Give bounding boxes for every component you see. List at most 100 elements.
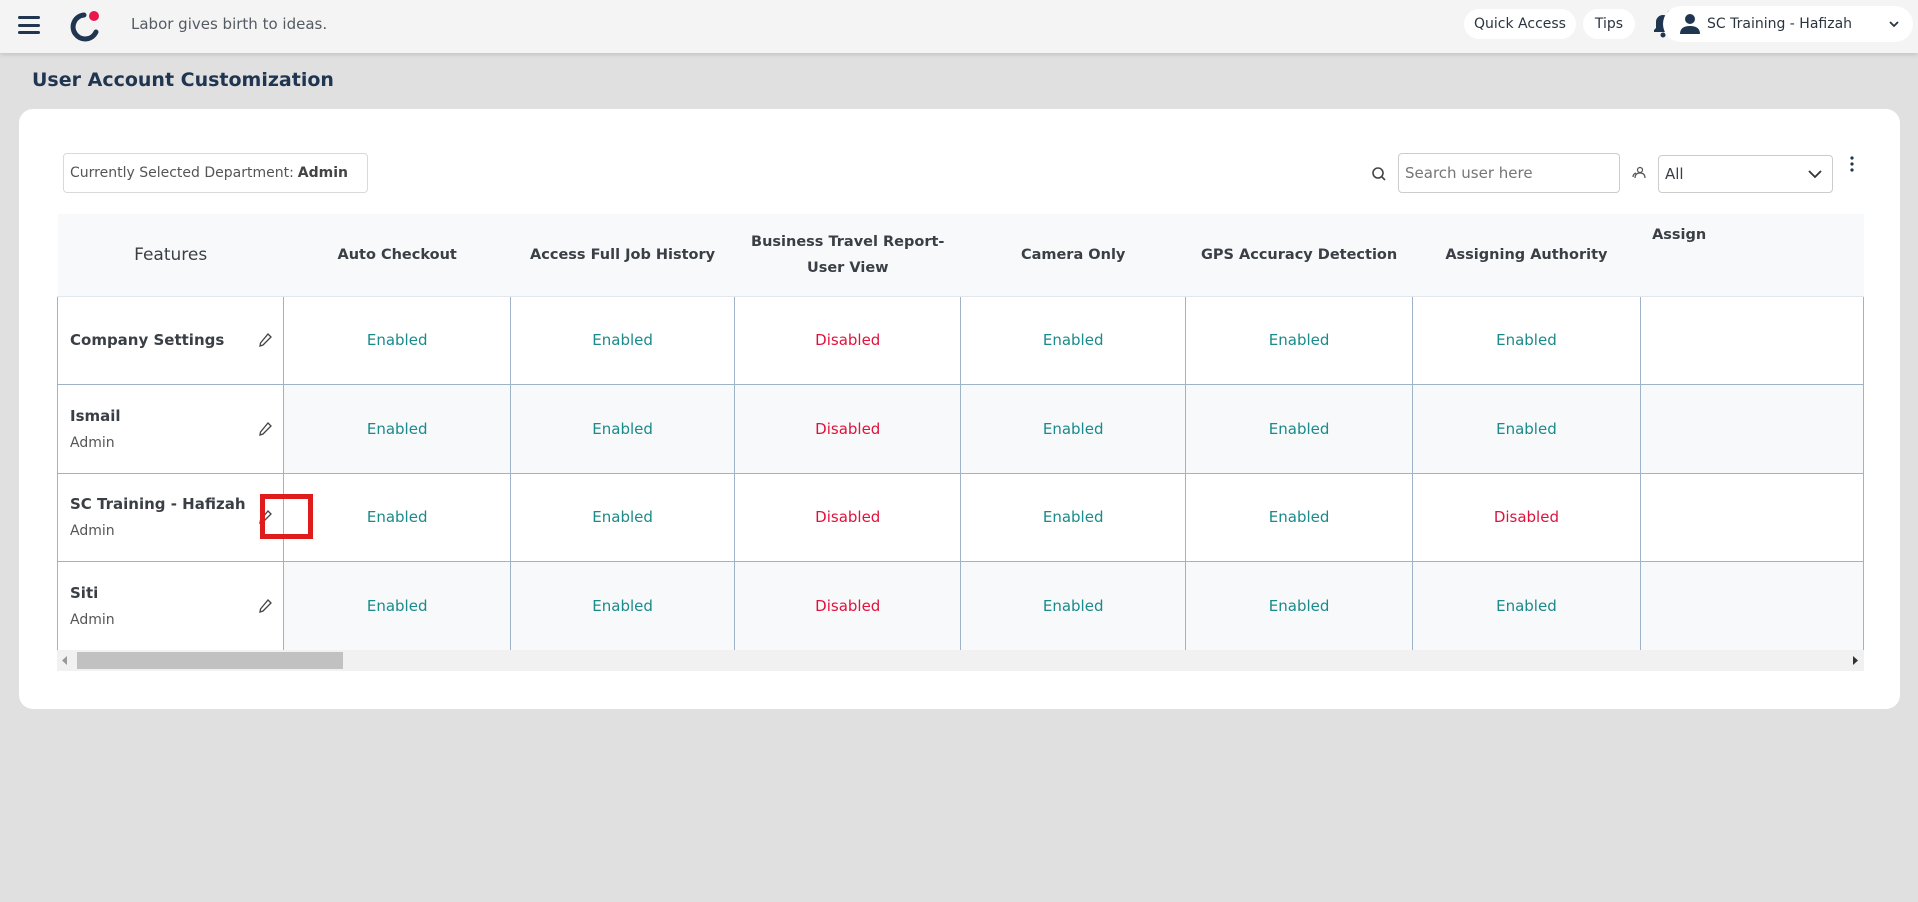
status-text: Disabled [815, 331, 881, 350]
quick-access-button[interactable]: Quick Access [1464, 9, 1576, 39]
status-cell[interactable]: Enabled [1412, 295, 1641, 385]
status-cell[interactable]: Enabled [960, 384, 1186, 474]
status-cell[interactable]: Enabled [510, 561, 736, 651]
department-label: Currently Selected Department: [70, 165, 294, 181]
status-text: Enabled [1268, 508, 1330, 527]
status-text: Enabled [592, 331, 653, 350]
status-text: Enabled [366, 331, 428, 350]
status-cell[interactable]: Enabled [960, 561, 1186, 651]
status-text: Enabled [366, 596, 428, 615]
filter-value: All [1665, 165, 1684, 183]
user-cell: Siti Admin [57, 561, 285, 651]
content-card: Currently Selected Department:Admin All … [19, 109, 1900, 709]
status-cell[interactable]: Enabled [1184, 472, 1414, 562]
user-name: Ismail [70, 406, 121, 425]
user-role: Admin [70, 523, 115, 540]
search-input[interactable] [1398, 153, 1620, 193]
table-row: Siti Admin Enabled Enabled Disabled Enabled En… [57, 561, 1864, 651]
table-row: SC Training - Hafizah Admin Enabled Enabled… [57, 472, 1864, 562]
search-icon [1372, 167, 1386, 181]
status-cell[interactable]: Enabled [283, 384, 512, 474]
status-cell[interactable]: Enabled [510, 472, 736, 562]
status-text: Enabled [1042, 596, 1104, 615]
edit-icon[interactable] [257, 598, 273, 614]
edit-icon[interactable] [257, 421, 273, 437]
status-text: Enabled [1042, 419, 1104, 438]
user-cell: SC Training - Hafizah Admin [57, 472, 285, 562]
column-header: Assign [1640, 214, 1864, 297]
department-value: Admin [297, 165, 348, 181]
status-cell[interactable] [1639, 472, 1864, 562]
status-text: Enabled [1268, 596, 1330, 615]
status-text: Disabled [815, 508, 881, 527]
horizontal-scrollbar[interactable] [57, 650, 1864, 671]
scrollbar-thumb[interactable] [77, 652, 343, 669]
top-bar: Labor gives birth to ideas. Quick Access… [0, 0, 1918, 53]
status-cell[interactable]: Disabled [734, 384, 962, 474]
page-title: User Account Customization [32, 69, 334, 91]
status-text: Enabled [592, 508, 653, 527]
selected-department: Currently Selected Department: Admin [63, 153, 368, 193]
status-cell[interactable]: Disabled [734, 472, 962, 562]
filter-select[interactable]: All [1658, 155, 1833, 193]
edit-icon[interactable] [257, 509, 273, 525]
user-role: Admin [70, 434, 115, 451]
status-text: Enabled [1042, 331, 1104, 350]
status-text: Enabled [1268, 419, 1330, 438]
status-text: Enabled [366, 419, 428, 438]
status-cell[interactable]: Disabled [1412, 472, 1641, 562]
status-text: Enabled [1496, 596, 1557, 615]
status-cell[interactable]: Enabled [283, 295, 512, 385]
status-text: Enabled [1496, 331, 1557, 350]
more-options-icon[interactable] [1849, 155, 1855, 173]
user-menu-button[interactable]: SC Training - Hafizah [1663, 6, 1913, 42]
users-icon [1632, 166, 1646, 179]
status-cell[interactable]: Enabled [1412, 561, 1641, 651]
chevron-down-icon [1889, 21, 1899, 28]
status-cell[interactable]: Enabled [960, 295, 1186, 385]
status-cell[interactable] [1639, 384, 1864, 474]
column-header: Auto Checkout [283, 214, 511, 297]
user-role: Admin [70, 611, 115, 628]
logo[interactable] [70, 10, 102, 42]
status-text: Enabled [1268, 331, 1330, 350]
edit-icon[interactable] [257, 332, 273, 348]
status-cell[interactable]: Enabled [960, 472, 1186, 562]
status-cell[interactable]: Enabled [510, 384, 736, 474]
column-header: Access Full Job History [510, 214, 735, 297]
scroll-right-icon[interactable] [1853, 656, 1858, 665]
status-text: Enabled [1042, 508, 1104, 527]
status-cell[interactable] [1639, 561, 1864, 651]
status-text: Enabled [366, 508, 428, 527]
column-header: Features [57, 214, 284, 297]
status-cell[interactable]: Enabled [1184, 384, 1414, 474]
status-text: Enabled [1496, 419, 1557, 438]
status-cell[interactable]: Disabled [734, 561, 962, 651]
status-cell[interactable]: Enabled [283, 472, 512, 562]
status-text: Enabled [592, 419, 653, 438]
status-cell[interactable]: Enabled [1412, 384, 1641, 474]
user-cell: Company Settings [57, 295, 285, 385]
scroll-left-icon[interactable] [62, 656, 67, 665]
status-cell[interactable]: Enabled [283, 561, 512, 651]
column-header: Assigning Authority [1412, 214, 1641, 297]
user-name: SC Training - Hafizah [70, 495, 246, 514]
chevron-down-icon [1808, 169, 1822, 178]
status-cell[interactable]: Enabled [1184, 561, 1414, 651]
status-cell[interactable]: Enabled [510, 295, 736, 385]
table-row: Ismail Admin Enabled Enabled Disabled Enabled… [57, 384, 1864, 474]
table-row: Company Settings Enabled Enabled Disabled En… [57, 295, 1864, 385]
hamburger-menu-icon[interactable] [18, 16, 40, 34]
user-name: Siti [70, 583, 99, 602]
user-icon [1680, 14, 1700, 34]
status-text: Disabled [815, 596, 881, 615]
status-cell[interactable]: Disabled [734, 295, 962, 385]
tips-button[interactable]: Tips [1583, 9, 1635, 39]
status-text: Disabled [1493, 508, 1559, 527]
user-name: Company Settings [70, 331, 225, 350]
column-header: GPS Accuracy Detection [1185, 214, 1413, 297]
status-text: Disabled [815, 419, 881, 438]
status-cell[interactable]: Enabled [1184, 295, 1414, 385]
tagline: Labor gives birth to ideas. [131, 15, 328, 33]
status-cell[interactable] [1639, 295, 1864, 385]
